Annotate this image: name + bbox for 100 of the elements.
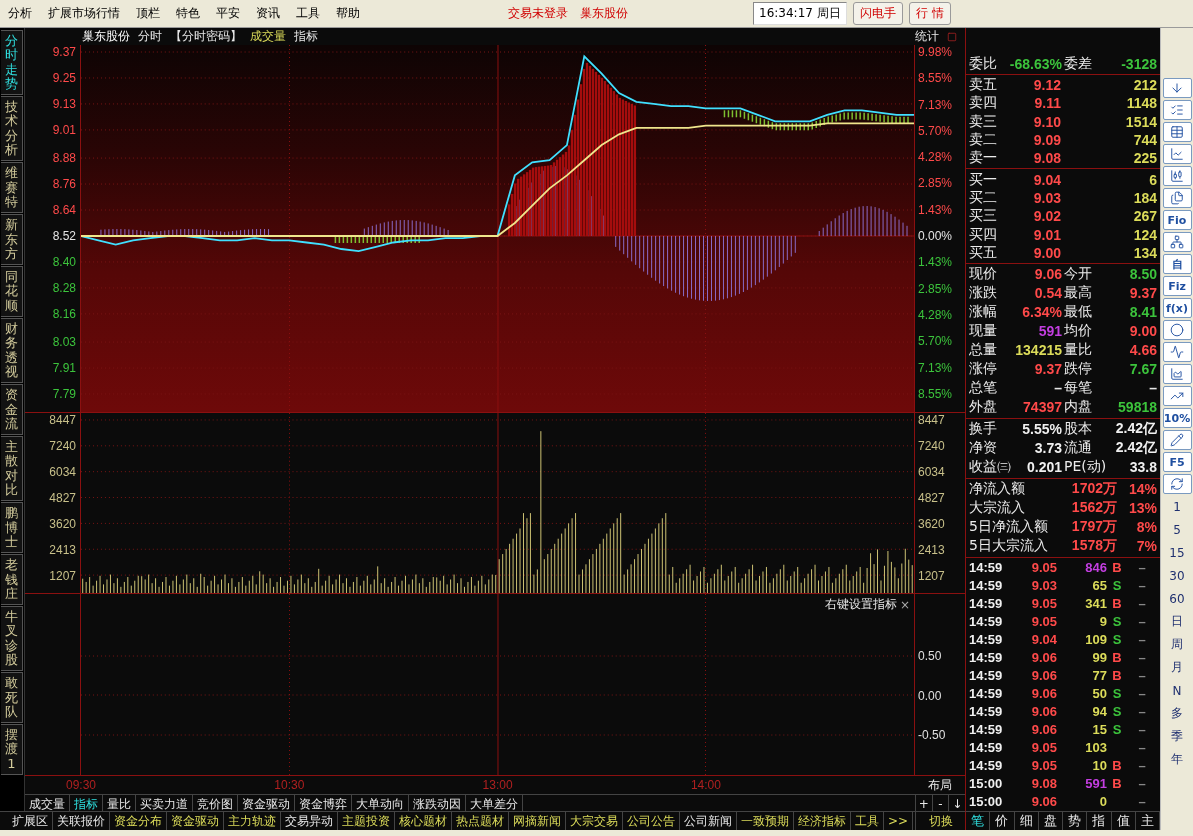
order-volume: 212 — [1132, 77, 1157, 94]
close-button[interactable]: × — [899, 597, 910, 612]
trade-price: 9.03 — [1030, 578, 1057, 594]
time-tick: 09:30 — [65, 778, 97, 792]
toolbar-button[interactable]: F5 — [1162, 452, 1192, 472]
trade-note: – — [1137, 560, 1147, 576]
trade-price: 9.05 — [1030, 758, 1057, 774]
toolbar-button[interactable]: f(x) — [1162, 298, 1192, 318]
price-tick: 8.03 — [52, 335, 76, 350]
view-tab[interactable]: 主散对比 — [1, 436, 23, 502]
toolbar-button[interactable] — [1162, 474, 1192, 494]
toolbar-button[interactable] — [1162, 232, 1192, 252]
percent-tick: 4.28% — [918, 307, 954, 324]
tree-icon — [1170, 235, 1184, 249]
period-button[interactable]: 30 — [1169, 565, 1185, 586]
toolbar-button[interactable]: Fio — [1162, 210, 1192, 230]
quote-label: 总笔 — [969, 379, 997, 398]
trade-direction: S — [1111, 614, 1123, 630]
chart-header-label: 分时 — [138, 28, 162, 45]
trade-volume: 10 — [1091, 758, 1107, 774]
trade-direction: S — [1111, 722, 1123, 738]
price-tick: 8.76 — [52, 177, 76, 192]
menu-item[interactable]: 分析 — [0, 2, 40, 25]
quote-value: 591 — [1038, 323, 1062, 340]
period-button[interactable]: 多 — [1171, 703, 1183, 724]
menu-item[interactable]: 平安 — [208, 2, 248, 25]
toolbar-button[interactable] — [1162, 430, 1192, 450]
toolbar-button[interactable] — [1162, 364, 1192, 384]
period-button[interactable]: 60 — [1169, 588, 1185, 609]
toolbar-button[interactable] — [1162, 166, 1192, 186]
area-chart-icon — [1170, 367, 1184, 381]
view-tab[interactable]: 摆渡1 — [1, 724, 23, 776]
order-label: 卖二 — [969, 131, 998, 150]
trade-volume: 341 — [1084, 596, 1107, 612]
period-button[interactable]: 月 — [1171, 657, 1183, 678]
trade-volume: 0 — [1098, 794, 1107, 810]
status-text: 巢东股份 — [580, 5, 628, 22]
view-tab[interactable]: 资金流 — [1, 384, 23, 436]
quote-value: 2.42亿 — [1115, 420, 1157, 439]
refresh-icon — [1170, 477, 1184, 491]
trade-note: – — [1137, 740, 1147, 756]
price-tick: 8.40 — [52, 254, 76, 269]
toolbar-button[interactable] — [1162, 320, 1192, 340]
period-button[interactable]: 年 — [1171, 749, 1183, 770]
percent-tick: 9.98% — [918, 45, 954, 61]
price-tick: 8.28 — [52, 280, 76, 295]
period-button[interactable]: 1 — [1173, 496, 1181, 517]
toolbar-button[interactable]: 行 情 — [908, 2, 951, 25]
period-button[interactable]: 日 — [1171, 611, 1183, 632]
toolbar-button[interactable] — [1162, 100, 1192, 120]
view-tab[interactable]: 技术分析 — [1, 96, 23, 162]
menu-item[interactable]: 工具 — [288, 2, 328, 25]
toolbar-button[interactable] — [1162, 342, 1192, 362]
toolbar-button[interactable] — [1162, 144, 1192, 164]
order-label: 买二 — [969, 188, 998, 207]
toolbar-button[interactable]: 10% — [1162, 408, 1192, 428]
trade-direction: S — [1111, 704, 1123, 720]
toolbar-button[interactable] — [1162, 78, 1192, 98]
trade-note: – — [1137, 722, 1147, 738]
menu-item[interactable]: 扩展市场行情 — [40, 2, 128, 25]
period-button[interactable]: 周 — [1171, 634, 1183, 655]
period-button[interactable]: N — [1172, 680, 1182, 701]
view-tab[interactable]: 财务透视 — [1, 318, 23, 384]
menu-item[interactable]: 顶栏 — [128, 2, 168, 25]
view-tab[interactable]: 分时走势 — [1, 30, 23, 96]
flow-label: 净流入额 — [969, 480, 1026, 499]
toolbar-button[interactable]: 闪电手 — [852, 2, 903, 25]
view-tab[interactable]: 敢死队 — [1, 672, 23, 724]
indicator-hint: 右键设置指标 — [824, 596, 897, 613]
toolbar-button[interactable]: Fiz — [1162, 276, 1192, 296]
volume-tick: 1207 — [918, 569, 946, 585]
order-label: 卖一 — [969, 149, 998, 168]
menu-item[interactable]: 特色 — [168, 2, 208, 25]
period-button[interactable]: 15 — [1169, 542, 1185, 563]
view-tab[interactable]: 维赛特 — [1, 162, 23, 214]
quote-value: – — [1149, 380, 1157, 397]
menu-item[interactable]: 资讯 — [248, 2, 288, 25]
view-tab[interactable]: 牛叉诊股 — [1, 606, 23, 672]
toolbar-button[interactable]: 自 — [1162, 254, 1192, 274]
price-tick: 7.91 — [52, 361, 76, 375]
trade-volume: 846 — [1084, 560, 1107, 576]
view-tab[interactable]: 老钱庄 — [1, 554, 23, 606]
trade-time: 14:59 — [969, 704, 1004, 720]
stats-link[interactable]: 统计 — [915, 28, 939, 45]
toolbar-button[interactable] — [1162, 188, 1192, 208]
quote-value: – — [1054, 380, 1062, 397]
order-volume: 744 — [1132, 132, 1157, 149]
layout-button[interactable]: 布局 — [915, 776, 965, 794]
toolbar-button[interactable] — [1162, 386, 1192, 406]
view-tab[interactable]: 新东方 — [1, 214, 23, 266]
trade-direction: B — [1111, 758, 1123, 774]
period-button[interactable]: 5 — [1173, 519, 1181, 540]
trade-price: 9.06 — [1030, 704, 1057, 720]
view-tab[interactable]: 鹏博士 — [1, 502, 23, 554]
menu-item[interactable]: 帮助 — [328, 2, 368, 25]
toolbar-button[interactable] — [1162, 122, 1192, 142]
trade-price: 9.06 — [1030, 794, 1057, 810]
period-button[interactable]: 季 — [1171, 726, 1183, 747]
view-tab[interactable]: 同花顺 — [1, 266, 23, 318]
flow-share: 8% — [1135, 519, 1157, 536]
